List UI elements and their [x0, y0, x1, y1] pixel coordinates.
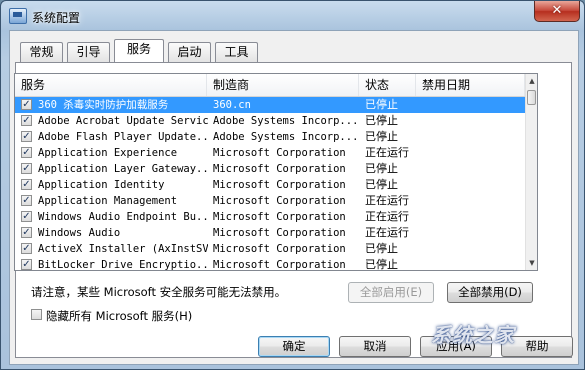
- window-title: 系统配置: [32, 11, 81, 25]
- service-checkbox[interactable]: ✓: [21, 179, 32, 190]
- scroll-thumb[interactable]: [527, 90, 536, 105]
- service-checkbox[interactable]: ✓: [21, 163, 32, 174]
- system-config-window: 系统配置 ✕ 常规 引导 服务 启动 工具 服务 制造商 状态 禁用日期 ✓ 36…: [0, 0, 585, 370]
- hide-ms-services-label: 隐藏所有 Microsoft 服务(H): [46, 309, 193, 323]
- status-cell: 已停止: [365, 114, 398, 127]
- scroll-up-icon[interactable]: ▲: [527, 75, 537, 87]
- manufacturer-cell: Microsoft Corporation: [213, 227, 346, 239]
- services-list[interactable]: 服务 制造商 状态 禁用日期 ✓ 360 杀毒实时防护加载服务 360.cn 已停止 ✓…: [14, 73, 538, 271]
- ok-button[interactable]: 确定: [258, 336, 330, 357]
- vertical-scrollbar[interactable]: ▲ ▼: [525, 74, 537, 270]
- status-cell: 已停止: [365, 178, 398, 191]
- status-cell: 已停止: [365, 98, 398, 111]
- service-name-cell: Adobe Flash Player Update...: [38, 131, 208, 143]
- table-row[interactable]: ✓ Application Management Microsoft Corpora…: [15, 193, 525, 209]
- service-name-cell: BitLocker Drive Encryptio...: [38, 259, 208, 271]
- tab-boot[interactable]: 引导: [67, 42, 110, 62]
- table-row[interactable]: ✓ Adobe Acrobat Update Service Adobe Syste…: [15, 113, 525, 129]
- table-row[interactable]: ✓ 360 杀毒实时防护加载服务 360.cn 已停止: [15, 97, 525, 113]
- table-row[interactable]: ✓ Application Layer Gateway... Microsoft C…: [15, 161, 525, 177]
- hide-ms-services-checkbox[interactable]: [31, 309, 42, 320]
- service-checkbox[interactable]: ✓: [21, 259, 32, 270]
- manufacturer-cell: Microsoft Corporation: [213, 243, 346, 255]
- table-row[interactable]: ✓ Application Identity Microsoft Corporati…: [15, 177, 525, 193]
- table-row[interactable]: ✓ ActiveX Installer (AxInstSV) Microsoft C…: [15, 241, 525, 257]
- service-name-cell: Application Layer Gateway...: [38, 163, 208, 175]
- watermark-logo: 系统之家: [431, 323, 515, 347]
- title-bar[interactable]: 系统配置 ✕: [1, 1, 584, 31]
- enable-all-button[interactable]: 全部启用(E): [348, 282, 434, 303]
- status-cell: 正在运行: [365, 194, 409, 207]
- status-cell: 正在运行: [365, 226, 409, 239]
- tab-general[interactable]: 常规: [20, 42, 63, 62]
- list-header: 服务 制造商 状态 禁用日期: [15, 74, 525, 97]
- service-checkbox[interactable]: ✓: [21, 115, 32, 126]
- manufacturer-cell: Adobe Systems Incorp...: [213, 115, 358, 127]
- column-header-status[interactable]: 状态: [359, 74, 416, 96]
- service-checkbox[interactable]: ✓: [21, 195, 32, 206]
- column-header-disabled-date[interactable]: 禁用日期: [416, 74, 525, 96]
- status-cell: 已停止: [365, 162, 398, 175]
- status-cell: 正在运行: [365, 210, 409, 223]
- manufacturer-cell: Adobe Systems Incorp...: [213, 131, 358, 143]
- table-row[interactable]: ✓ Adobe Flash Player Update... Adobe Syste…: [15, 129, 525, 145]
- status-cell: 已停止: [365, 258, 398, 271]
- manufacturer-cell: Microsoft Corporation: [213, 147, 346, 159]
- service-name-cell: Adobe Acrobat Update Service: [38, 115, 208, 127]
- service-name-cell: Application Experience: [38, 147, 178, 159]
- service-name-cell: Windows Audio: [38, 227, 121, 239]
- disable-all-button[interactable]: 全部禁用(D): [447, 282, 533, 303]
- service-checkbox[interactable]: ✓: [21, 131, 32, 142]
- service-name-cell: Application Management: [38, 195, 178, 207]
- service-name-cell: ActiveX Installer (AxInstSV): [38, 243, 208, 255]
- status-cell: 正在运行: [365, 146, 409, 159]
- status-cell: 已停止: [365, 130, 398, 143]
- manufacturer-cell: 360.cn: [213, 99, 251, 111]
- cancel-button[interactable]: 取消: [339, 336, 411, 357]
- column-header-manufacturer[interactable]: 制造商: [207, 74, 359, 96]
- tab-startup[interactable]: 启动: [168, 42, 211, 62]
- system-config-icon: [9, 8, 27, 24]
- status-cell: 已停止: [365, 242, 398, 255]
- service-checkbox[interactable]: ✓: [21, 243, 32, 254]
- manufacturer-cell: Microsoft Corporation: [213, 211, 346, 223]
- service-name-cell: 360 杀毒实时防护加载服务: [38, 99, 169, 111]
- service-checkbox[interactable]: ✓: [21, 147, 32, 158]
- table-row[interactable]: ✓ Windows Audio Endpoint Bu... Microsoft C…: [15, 209, 525, 225]
- service-name-cell: Windows Audio Endpoint Bu...: [38, 211, 208, 223]
- tab-services[interactable]: 服务: [114, 39, 164, 62]
- close-button[interactable]: ✕: [534, 1, 580, 22]
- service-checkbox[interactable]: ✓: [21, 99, 32, 110]
- column-header-service[interactable]: 服务: [15, 74, 207, 96]
- manufacturer-cell: Microsoft Corporation: [213, 195, 346, 207]
- tab-tools[interactable]: 工具: [215, 42, 258, 62]
- table-row[interactable]: ✓ Windows Audio Microsoft Corporation 正在运行: [15, 225, 525, 241]
- manufacturer-cell: Microsoft Corporation: [213, 179, 346, 191]
- service-checkbox[interactable]: ✓: [21, 227, 32, 238]
- manufacturer-cell: Microsoft Corporation: [213, 259, 346, 271]
- table-row[interactable]: ✓ BitLocker Drive Encryptio... Microsoft C…: [15, 257, 525, 271]
- manufacturer-cell: Microsoft Corporation: [213, 163, 346, 175]
- security-note: 请注意，某些 Microsoft 安全服务可能无法禁用。: [31, 285, 287, 299]
- service-name-cell: Application Identity: [38, 179, 165, 191]
- hide-ms-services-option[interactable]: 隐藏所有 Microsoft 服务(H): [31, 308, 192, 324]
- service-checkbox[interactable]: ✓: [21, 211, 32, 222]
- table-row[interactable]: ✓ Application Experience Microsoft Corpora…: [15, 145, 525, 161]
- scroll-down-icon[interactable]: ▼: [527, 257, 537, 269]
